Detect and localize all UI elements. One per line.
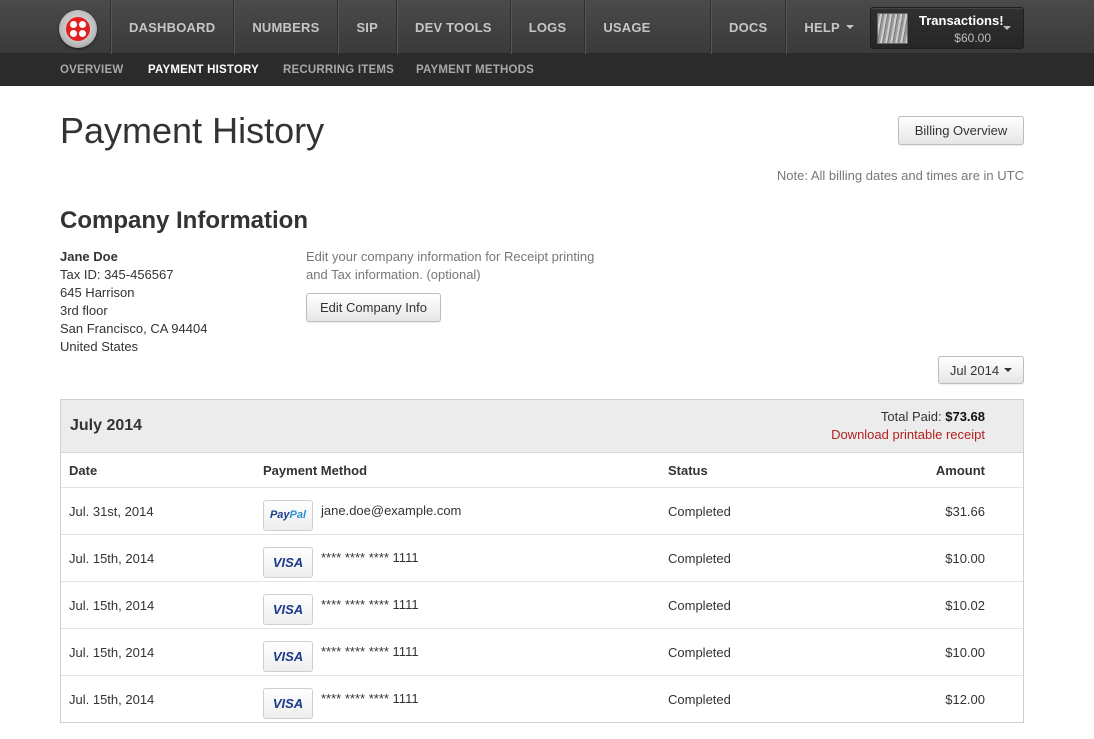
nav-usage[interactable]: USAGE [584,0,668,54]
company-address-line1: 645 Harrison [60,285,135,300]
payment-method-text: **** **** **** 1111 [321,643,419,659]
payment-method-text: **** **** **** 1111 [321,691,419,706]
logo-icon[interactable] [59,10,97,48]
payment-method: Pay Pal jane.doe@example.com [263,488,461,534]
nav-docs[interactable]: DOCS [710,0,785,54]
top-navbar: DASHBOARD NUMBERS SIP DEV TOOLS LOGS USA… [0,0,1094,54]
company-city: San Francisco, CA 94404 [60,321,208,336]
subnav-overview[interactable]: OVERVIEW [60,54,123,86]
chevron-down-icon [1004,368,1013,372]
chevron-down-icon [1003,26,1011,30]
account-name: Transactions! [919,13,1004,28]
payment-method: VISA **** **** **** 1111 [263,629,419,675]
payment-amount: $10.00 [945,550,985,566]
edit-company-description: Edit your company information for Receip… [306,249,595,282]
payment-amount: $31.66 [945,503,985,519]
total-paid-value: $73.68 [945,409,985,424]
company-tax-id: Tax ID: 345-456567 [60,267,174,282]
company-country: United States [60,339,139,354]
account-balance: $60.00 [954,31,991,45]
nav-logs[interactable]: LOGS [509,0,585,54]
nav-help[interactable]: HELP [785,0,871,54]
col-header-amount: Amount [935,462,985,478]
total-paid-label: Total Paid: [880,409,942,424]
table-header-row: Date Payment Method Status Amount [61,453,1023,488]
col-header-date: Date [69,462,98,478]
page-title: Payment History [60,110,325,151]
table-row: Jul. 15th, 2014 VISA **** **** **** 1111… [61,629,1023,676]
account-dropdown[interactable]: Transactions! $60.00 [870,7,1024,49]
payments-panel: July 2014 Total Paid: $73.68 Download pr… [60,399,1024,723]
company-name: Jane Doe [60,249,118,264]
company-address-line2: 3rd floor [60,303,108,318]
payment-status: Completed [668,550,731,566]
payment-date: Jul. 15th, 2014 [69,597,155,613]
payment-date: Jul. 15th, 2014 [69,550,155,566]
payment-method: VISA **** **** **** 1111 [263,676,419,723]
main-nav: DASHBOARD NUMBERS SIP DEV TOOLS LOGS USA… [110,0,669,54]
table-row: Jul. 15th, 2014 VISA **** **** **** 1111… [61,582,1023,629]
col-header-method: Payment Method [263,462,368,478]
nav-numbers[interactable]: NUMBERS [233,0,337,54]
payment-amount: $10.02 [945,597,985,613]
visa-icon: VISA [263,640,313,672]
paypal-icon: Pay Pal [263,499,313,531]
payment-status: Completed [668,503,731,519]
col-header-status: Status [668,462,708,478]
nav-dev-tools[interactable]: DEV TOOLS [396,0,510,54]
download-receipt-link[interactable]: Download printable receipt [831,427,985,442]
payment-status: Completed [668,644,731,660]
subnav-recurring-items[interactable]: RECURRING ITEMS [283,54,394,86]
nav-dashboard[interactable]: DASHBOARD [110,0,233,54]
chevron-down-icon [845,25,854,29]
payment-method-text: **** **** **** 1111 [321,549,419,565]
paypal-pay-text: Pay [269,509,290,521]
payment-status: Completed [668,597,731,613]
table-row: Jul. 15th, 2014 VISA **** **** **** 1111… [61,535,1023,582]
edit-company-info-button[interactable]: Edit Company Info [306,293,441,322]
payment-method-text: **** **** **** 1111 [321,596,419,612]
utc-note: Note: All billing dates and times are in… [776,168,1024,183]
visa-icon: VISA [263,593,313,625]
table-row: Jul. 15th, 2014 VISA **** **** **** 1111… [61,676,1023,723]
payment-method-text: jane.doe@example.com [321,502,462,518]
payments-month: July 2014 [70,417,143,434]
payment-date: Jul. 31st, 2014 [69,503,154,519]
secondary-nav: DOCS HELP [710,0,872,54]
billing-overview-button[interactable]: Billing Overview [898,116,1024,145]
table-row: Jul. 31st, 2014 Pay Pal jane.doe@example.… [61,488,1023,535]
company-address: Jane Doe Tax ID: 345-456567 645 Harrison… [60,248,207,356]
account-avatar [877,13,908,44]
total-paid: Total Paid: $73.68 [881,409,985,424]
payment-date: Jul. 15th, 2014 [69,692,155,707]
subnav-payment-history[interactable]: PAYMENT HISTORY [148,54,259,86]
payment-method: VISA **** **** **** 1111 [263,535,419,581]
company-info-heading: Company Information [60,207,309,234]
payment-date: Jul. 15th, 2014 [69,644,155,660]
payment-amount: $10.00 [945,644,985,660]
month-select-value: Jul 2014 [949,362,1000,378]
subnav-payment-methods[interactable]: PAYMENT METHODS [416,54,534,86]
nav-sip[interactable]: SIP [337,0,396,54]
payments-panel-header: July 2014 Total Paid: $73.68 Download pr… [61,400,1023,453]
visa-icon: VISA [263,546,313,578]
visa-icon: VISA [263,688,313,719]
nav-help-label: HELP [804,19,840,35]
billing-subnav: OVERVIEW PAYMENT HISTORY RECURRING ITEMS… [0,54,1094,86]
paypal-pal-text: Pal [289,509,307,521]
month-select[interactable]: Jul 2014 [938,356,1024,384]
payment-amount: $12.00 [945,692,985,707]
payment-status: Completed [668,692,731,707]
payment-method: VISA **** **** **** 1111 [263,582,419,628]
